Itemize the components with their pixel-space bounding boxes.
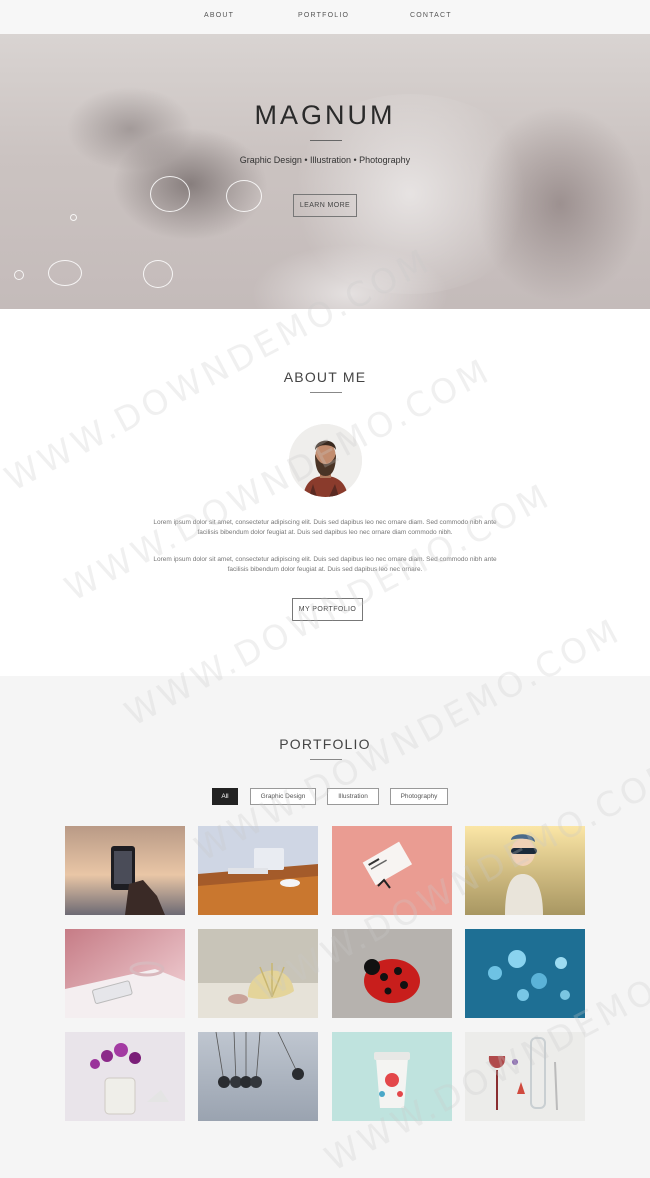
portfolio-item-desk-laptop[interactable] (198, 826, 318, 915)
portfolio-item-seashell[interactable] (198, 929, 318, 1018)
portfolio-item-ladybug[interactable] (332, 929, 452, 1018)
portfolio-title: PORTFOLIO (279, 736, 371, 752)
hero-divider (310, 140, 342, 141)
my-portfolio-button[interactable]: MY PORTFOLIO (292, 598, 363, 621)
portfolio-section: PORTFOLIO All Graphic Design Illustratio… (0, 676, 650, 1178)
learn-more-button[interactable]: LEARN MORE (293, 194, 357, 217)
filter-all[interactable]: All (212, 788, 238, 805)
portfolio-item-water-drops[interactable] (465, 929, 585, 1018)
top-navigation: ABOUT PORTFOLIO CONTACT (0, 0, 650, 34)
hero-title: MAGNUM (254, 100, 396, 130)
portfolio-item-phone-sunset[interactable] (65, 826, 185, 915)
bubble-decoration (48, 260, 82, 286)
bubble-decoration (143, 260, 173, 288)
profile-avatar (289, 424, 362, 497)
portfolio-item-flowers-jar[interactable] (65, 1032, 185, 1121)
hero-subtitle: Graphic Design • Illustration • Photogra… (239, 155, 411, 165)
portfolio-item-business-card[interactable] (332, 826, 452, 915)
bubble-decoration (150, 176, 190, 212)
bubble-decoration (226, 180, 262, 212)
portfolio-divider (310, 759, 342, 760)
bubble-decoration (14, 270, 24, 280)
bubble-decoration (70, 214, 77, 221)
filter-illustration[interactable]: Illustration (327, 788, 379, 805)
about-paragraph-1: Lorem ipsum dolor sit amet, consectetur … (153, 519, 497, 536)
nav-about-link[interactable]: ABOUT (204, 12, 234, 19)
portfolio-item-coffee-cup[interactable] (332, 1032, 452, 1121)
about-title: ABOUT ME (283, 369, 367, 385)
nav-portfolio-link[interactable]: PORTFOLIO (298, 12, 349, 19)
about-paragraph-2: Lorem ipsum dolor sit amet, consectetur … (153, 556, 497, 573)
portfolio-item-phone-bed[interactable] (65, 929, 185, 1018)
filter-photography[interactable]: Photography (390, 788, 448, 805)
portfolio-item-newtons-cradle[interactable] (198, 1032, 318, 1121)
hero-banner: MAGNUM Graphic Design • Illustration • P… (0, 34, 650, 309)
filter-graphic-design[interactable]: Graphic Design (250, 788, 316, 805)
about-divider (310, 392, 342, 393)
nav-contact-link[interactable]: CONTACT (410, 12, 452, 19)
about-section: ABOUT ME Lorem ipsum dolor sit amet, con… (0, 309, 650, 676)
portfolio-item-glassware[interactable] (465, 1032, 585, 1121)
portfolio-item-woman-sunglasses[interactable] (465, 826, 585, 915)
